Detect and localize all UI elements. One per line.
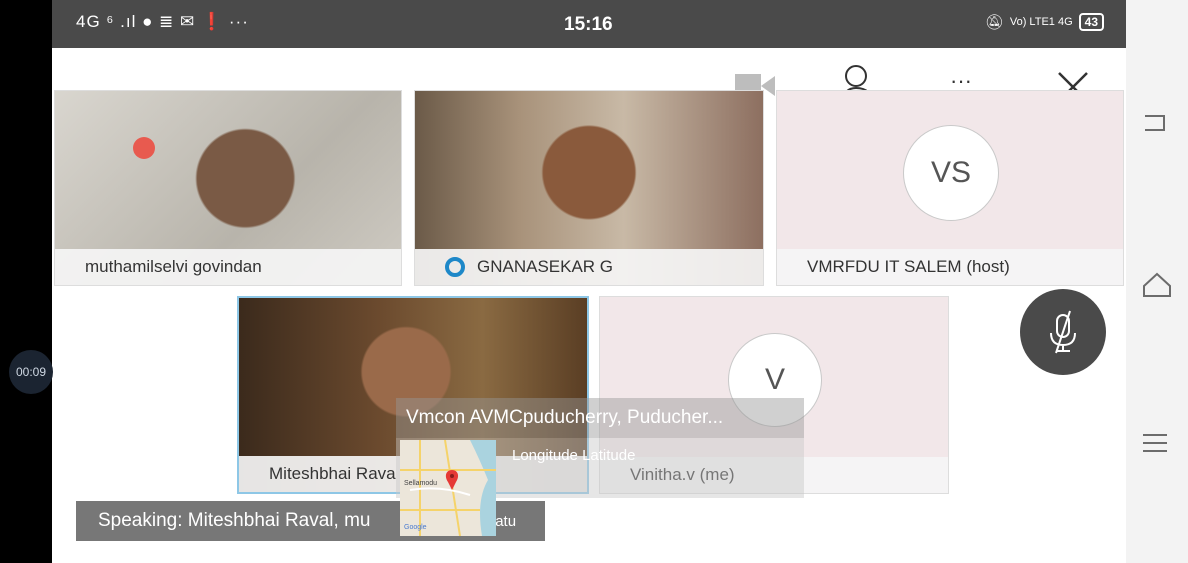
left-black-strip (0, 0, 52, 563)
status-right-icons: 🔕︎ Vo) LTE1 4G 43 (985, 13, 1104, 31)
network-label: Vo) LTE1 4G (1009, 16, 1073, 28)
participant-name: VMRFDU IT SALEM (host) (777, 249, 1123, 285)
mic-off-icon (1050, 310, 1076, 354)
bell-off-icon: 🔕︎ (984, 14, 1004, 31)
map-label: Sellamodu (404, 480, 438, 487)
participant-tile[interactable]: GNANASEKAR G (414, 90, 764, 286)
menu-icon[interactable] (1140, 428, 1170, 465)
coordinate-label: Longitude Latitude (512, 447, 636, 464)
network-indicator-icon (445, 257, 465, 277)
status-left-icons: 4G ⁶ .ıl ● ≣ ✉ ❗ ··· (76, 12, 249, 31)
mute-button[interactable] (1020, 289, 1106, 375)
avatar: VS (903, 125, 999, 221)
call-timer: 00:09 (9, 350, 53, 394)
home-icon[interactable] (1140, 268, 1174, 309)
participant-tile[interactable]: muthamilselvi govindan (54, 90, 402, 286)
recording-icon (133, 137, 155, 159)
participant-tile[interactable]: VS VMRFDU IT SALEM (host) (776, 90, 1124, 286)
battery-icon: 43 (1078, 13, 1104, 31)
participant-name-bar: GNANASEKAR G (415, 249, 763, 285)
participant-name: muthamilselvi govindan (55, 249, 401, 285)
status-time: 15:16 (564, 14, 613, 35)
participant-name: GNANASEKAR G (477, 257, 614, 276)
location-overlay-title: Vmcon AVMCpuducherry, Puducher... (396, 398, 804, 438)
speaking-text: Speaking: Miteshbhai Raval, mu (98, 510, 371, 531)
back-icon[interactable] (1140, 108, 1170, 145)
map-label: Google (404, 524, 427, 531)
map-thumbnail: Sellamodu Google (400, 440, 496, 536)
status-bar: 4G ⁶ .ıl ● ≣ ✉ ❗ ··· 15:16 🔕︎ Vo) LTE1 4… (52, 0, 1126, 48)
